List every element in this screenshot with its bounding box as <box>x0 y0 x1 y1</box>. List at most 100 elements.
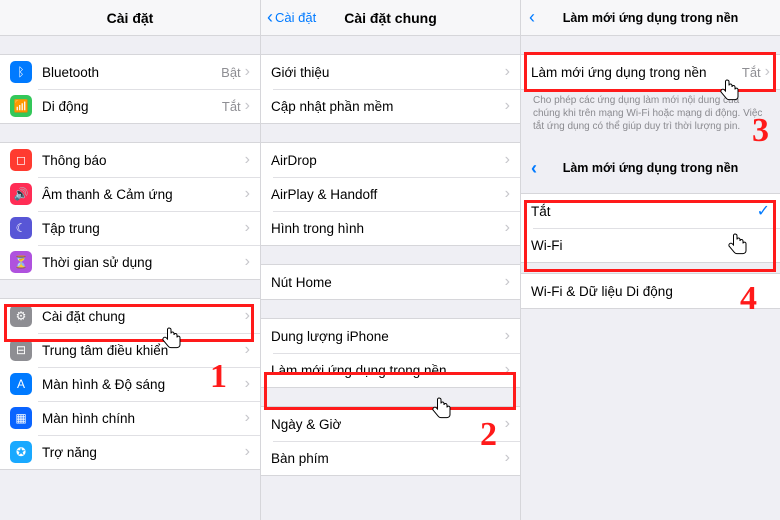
chevron-right-icon: › <box>765 63 770 81</box>
sound-icon: 🔊 <box>10 183 32 205</box>
row-keyboard[interactable]: Bàn phím › <box>261 441 520 475</box>
chevron-right-icon: › <box>245 185 250 203</box>
gear-icon: ⚙ <box>10 305 32 327</box>
row-sounds[interactable]: 🔊 Âm thanh & Cảm ứng › <box>0 177 260 211</box>
navbar-settings: Cài đặt <box>0 0 260 36</box>
row-value: Tắt <box>222 99 241 114</box>
chevron-right-icon: › <box>245 443 250 461</box>
row-label: Tập trung <box>42 221 245 236</box>
chevron-right-icon: › <box>245 63 250 81</box>
chevron-right-icon: › <box>505 185 510 203</box>
checkmark-icon: ✓ <box>757 201 770 221</box>
chevron-right-icon: › <box>245 97 250 115</box>
row-home-button[interactable]: Nút Home › <box>261 265 520 299</box>
group-refresh-options: Tắt ✓ Wi-Fi <box>521 193 780 263</box>
cellular-icon: 📶 <box>10 95 32 117</box>
row-label: Thông báo <box>42 153 245 168</box>
row-label: Wi-Fi <box>531 238 770 253</box>
back-button[interactable]: ‹ <box>531 153 537 183</box>
navbar-general: ‹ Cài đặt Cài đặt chung <box>261 0 520 36</box>
hourglass-icon: ⏳ <box>10 251 32 273</box>
general-pane: ‹ Cài đặt Cài đặt chung Giới thiệu › Cập… <box>260 0 520 520</box>
row-about[interactable]: Giới thiệu › <box>261 55 520 89</box>
row-screentime[interactable]: ⏳ Thời gian sử dụng › <box>0 245 260 279</box>
chevron-right-icon: › <box>245 219 250 237</box>
option-wifi[interactable]: Wi-Fi <box>521 228 780 262</box>
row-label: Làm mới ứng dụng trong nền <box>531 65 742 80</box>
row-accessibility[interactable]: ✪ Trợ năng › <box>0 435 260 469</box>
row-notifications[interactable]: ◻ Thông báo › <box>0 143 260 177</box>
row-background-refresh[interactable]: Làm mới ứng dụng trong nền › <box>261 353 520 387</box>
row-label: Thời gian sử dụng <box>42 255 245 270</box>
row-pip[interactable]: Hình trong hình › <box>261 211 520 245</box>
group-notifications: ◻ Thông báo › 🔊 Âm thanh & Cảm ứng › ☾ T… <box>0 142 260 280</box>
chevron-right-icon: › <box>245 253 250 271</box>
group-date-keyboard: Ngày & Giờ › Bàn phím › <box>261 406 520 476</box>
row-display[interactable]: A Màn hình & Độ sáng › <box>0 367 260 401</box>
row-label: Màn hình chính <box>42 411 245 426</box>
back-button[interactable]: ‹ <box>529 0 535 35</box>
option-wifi-cellular[interactable]: Wi-Fi & Dữ liệu Di động <box>521 274 780 308</box>
row-label: Giới thiệu <box>271 65 505 80</box>
home-icon: ▦ <box>10 407 32 429</box>
navbar-refresh: ‹ Làm mới ứng dụng trong nền <box>521 0 780 36</box>
row-label: AirPlay & Handoff <box>271 187 505 202</box>
hint-text: Cho phép các ứng dụng làm mới nội dung c… <box>521 90 780 133</box>
row-storage[interactable]: Dung lượng iPhone › <box>261 319 520 353</box>
row-label: Dung lượng iPhone <box>271 329 505 344</box>
group-refresh-main: Làm mới ứng dụng trong nền Tắt › <box>521 54 780 90</box>
row-focus[interactable]: ☾ Tập trung › <box>0 211 260 245</box>
navbar-refresh-options: ‹ Làm mới ứng dụng trong nền <box>521 153 780 183</box>
row-label: Làm mới ứng dụng trong nền <box>271 363 505 378</box>
row-label: Âm thanh & Cảm ứng <box>42 187 245 202</box>
row-label: Nút Home <box>271 275 505 290</box>
row-control-center[interactable]: ⊟ Trung tâm điều khiển › <box>0 333 260 367</box>
row-airplay[interactable]: AirPlay & Handoff › <box>261 177 520 211</box>
row-value: Bật <box>221 65 241 80</box>
row-label: Trợ năng <box>42 445 245 460</box>
group-about: Giới thiệu › Cập nhật phần mềm › <box>261 54 520 124</box>
row-label: Wi-Fi & Dữ liệu Di động <box>531 284 770 299</box>
chevron-left-icon: ‹ <box>267 7 273 28</box>
bell-icon: ◻ <box>10 149 32 171</box>
bluetooth-icon: ᛒ <box>10 61 32 83</box>
group-connectivity: ᛒ Bluetooth Bật › 📶 Di động Tắt › <box>0 54 260 124</box>
row-general[interactable]: ⚙ Cài đặt chung › <box>0 299 260 333</box>
row-date-time[interactable]: Ngày & Giờ › <box>261 407 520 441</box>
page-title: Cài đặt <box>107 10 154 26</box>
back-button[interactable]: ‹ Cài đặt <box>267 0 316 35</box>
row-label: Cài đặt chung <box>42 309 245 324</box>
row-bluetooth[interactable]: ᛒ Bluetooth Bật › <box>0 55 260 89</box>
back-label: Cài đặt <box>275 10 316 25</box>
row-cellular[interactable]: 📶 Di động Tắt › <box>0 89 260 123</box>
group-home-button: Nút Home › <box>261 264 520 300</box>
chevron-right-icon: › <box>505 415 510 433</box>
display-icon: A <box>10 373 32 395</box>
row-label: Hình trong hình <box>271 221 505 236</box>
chevron-right-icon: › <box>245 151 250 169</box>
page-title: Làm mới ứng dụng trong nền <box>563 11 739 25</box>
option-off[interactable]: Tắt ✓ <box>521 194 780 228</box>
chevron-right-icon: › <box>245 409 250 427</box>
row-value: Tắt <box>742 65 761 80</box>
row-label: Màn hình & Độ sáng <box>42 377 245 392</box>
row-label: Cập nhật phần mềm <box>271 99 505 114</box>
row-refresh-setting[interactable]: Làm mới ứng dụng trong nền Tắt › <box>521 55 780 89</box>
chevron-right-icon: › <box>505 273 510 291</box>
row-label: Di động <box>42 99 222 114</box>
row-label: Trung tâm điều khiển <box>42 343 245 358</box>
chevron-right-icon: › <box>505 63 510 81</box>
row-label: AirDrop <box>271 153 505 168</box>
row-airdrop[interactable]: AirDrop › <box>261 143 520 177</box>
page-title: Cài đặt chung <box>344 10 437 26</box>
chevron-right-icon: › <box>505 219 510 237</box>
row-homescreen[interactable]: ▦ Màn hình chính › <box>0 401 260 435</box>
page-title: Làm mới ứng dụng trong nền <box>563 161 739 175</box>
row-software-update[interactable]: Cập nhật phần mềm › <box>261 89 520 123</box>
group-airdrop: AirDrop › AirPlay & Handoff › Hình trong… <box>261 142 520 246</box>
row-label: Tắt <box>531 204 757 219</box>
group-general: ⚙ Cài đặt chung › ⊟ Trung tâm điều khiển… <box>0 298 260 470</box>
settings-pane: Cài đặt ᛒ Bluetooth Bật › 📶 Di động Tắt … <box>0 0 260 520</box>
background-refresh-pane: ‹ Làm mới ứng dụng trong nền Làm mới ứng… <box>520 0 780 520</box>
chevron-right-icon: › <box>245 307 250 325</box>
